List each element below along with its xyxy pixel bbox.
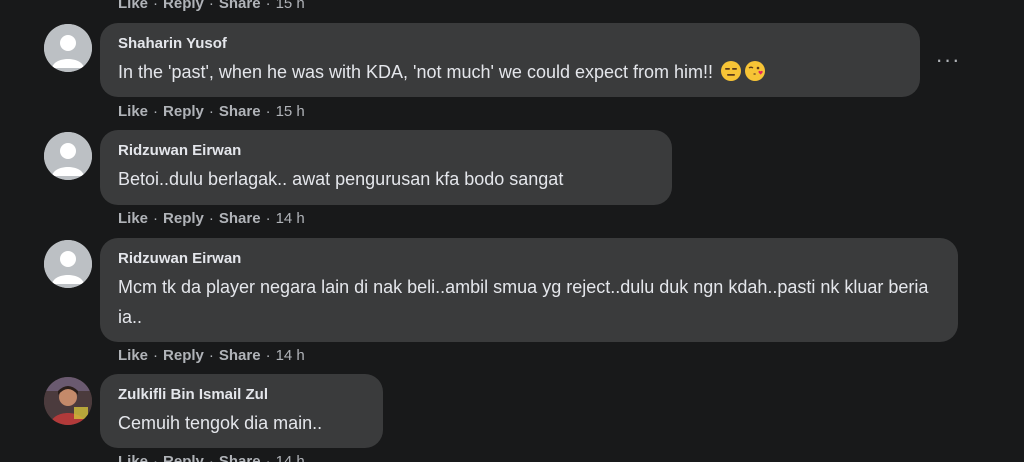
separator-dot: · xyxy=(265,453,271,462)
comment-bubble: Ridzuwan Eirwan Mcm tk da player negara … xyxy=(100,238,958,342)
share-link[interactable]: Share xyxy=(219,210,261,227)
separator-dot: · xyxy=(153,453,159,462)
comment-actions: Like · Reply · Share · 15 h xyxy=(118,102,305,122)
expressionless-face-icon xyxy=(721,61,742,81)
separator-dot: · xyxy=(153,210,159,227)
share-link[interactable]: Share xyxy=(219,453,261,462)
default-avatar-icon xyxy=(44,240,92,288)
comment-text: Betoi..dulu berlagak.. awat pengurusan k… xyxy=(118,169,564,189)
comment-text: In the 'past', when he was with KDA, 'no… xyxy=(118,57,902,87)
comment-timestamp[interactable]: 14 h xyxy=(276,210,305,227)
comment-actions: Like · Reply · Share · 14 h xyxy=(118,209,305,229)
separator-dot: · xyxy=(208,347,214,364)
reply-link[interactable]: Reply xyxy=(163,453,204,462)
separator-dot: · xyxy=(153,0,159,12)
reply-link[interactable]: Reply xyxy=(163,0,204,12)
comment-timestamp[interactable]: 14 h xyxy=(276,453,305,462)
reply-link[interactable]: Reply xyxy=(163,210,204,227)
comment-text: Cemuih tengok dia main.. xyxy=(118,413,323,433)
comment-timestamp[interactable]: 15 h xyxy=(276,103,305,120)
comment-timestamp[interactable]: 15 h xyxy=(276,0,305,12)
default-avatar-icon xyxy=(44,24,92,72)
separator-dot: · xyxy=(265,0,271,12)
comment-bubble: Shaharin Yusof In the 'past', when he wa… xyxy=(100,23,920,97)
reply-link[interactable]: Reply xyxy=(163,103,204,120)
separator-dot: · xyxy=(208,210,214,227)
avatar[interactable] xyxy=(44,377,92,425)
separator-dot: · xyxy=(208,453,214,462)
comment-actions: Like · Reply · Share · 15 h xyxy=(118,0,305,14)
like-link[interactable]: Like xyxy=(118,210,148,227)
comment-bubble: Zulkifli Bin Ismail Zul Cemuih tengok di… xyxy=(100,374,383,448)
comment-author[interactable]: Ridzuwan Eirwan xyxy=(118,142,654,160)
comment-author[interactable]: Shaharin Yusof xyxy=(118,35,902,53)
default-avatar-icon xyxy=(44,132,92,180)
avatar[interactable] xyxy=(44,240,92,288)
user-photo-icon xyxy=(44,377,92,425)
comment-author[interactable]: Zulkifli Bin Ismail Zul xyxy=(118,386,365,404)
avatar[interactable] xyxy=(44,24,92,72)
comment-bubble: Ridzuwan Eirwan Betoi..dulu berlagak.. a… xyxy=(100,130,672,205)
comment-timestamp[interactable]: 14 h xyxy=(276,347,305,364)
comment-actions: Like · Reply · Share · 14 h xyxy=(118,346,305,366)
separator-dot: · xyxy=(265,103,271,120)
share-link[interactable]: Share xyxy=(219,103,261,120)
comment-actions: Like · Reply · Share · 14 h xyxy=(118,452,305,462)
comment-options-button[interactable]: ··· xyxy=(928,40,968,80)
share-link[interactable]: Share xyxy=(219,0,261,12)
like-link[interactable]: Like xyxy=(118,453,148,462)
separator-dot: · xyxy=(208,0,214,12)
separator-dot: · xyxy=(265,347,271,364)
reply-link[interactable]: Reply xyxy=(163,347,204,364)
like-link[interactable]: Like xyxy=(118,0,148,12)
separator-dot: · xyxy=(208,103,214,120)
avatar[interactable] xyxy=(44,132,92,180)
comment-text: Mcm tk da player negara lain di nak beli… xyxy=(118,277,934,327)
like-link[interactable]: Like xyxy=(118,103,148,120)
separator-dot: · xyxy=(153,103,159,120)
like-link[interactable]: Like xyxy=(118,347,148,364)
face-blowing-kiss-icon xyxy=(745,61,766,81)
separator-dot: · xyxy=(265,210,271,227)
share-link[interactable]: Share xyxy=(219,347,261,364)
separator-dot: · xyxy=(153,347,159,364)
comment-author[interactable]: Ridzuwan Eirwan xyxy=(118,250,940,268)
comment-thread: Like · Reply · Share · 15 h Shaharin Yusof In … xyxy=(0,0,1024,462)
